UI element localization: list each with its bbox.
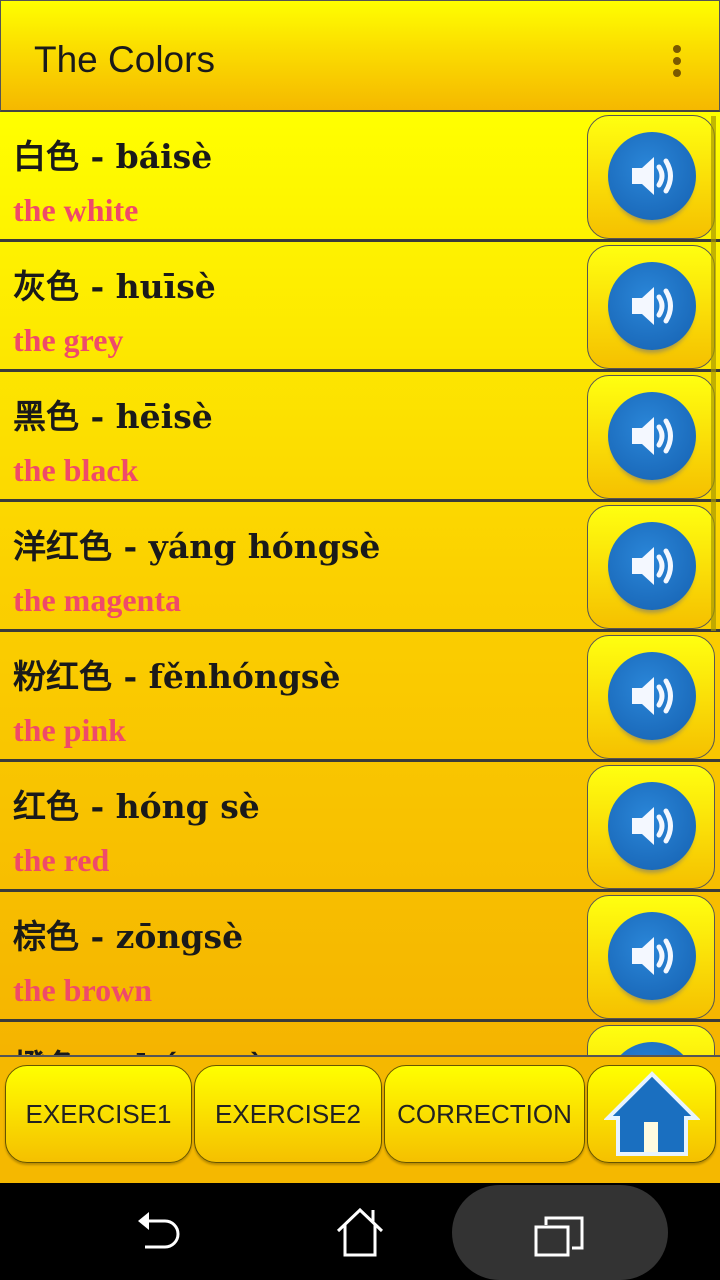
- chinese-term: 洋红色 - yáng hóngsè: [13, 527, 381, 566]
- speaker-icon: [632, 417, 673, 455]
- chinese-term: 红色 - hóng sè: [13, 787, 260, 826]
- chinese-term: 棕色 - zōngsè: [13, 917, 244, 956]
- exercise2-button[interactable]: EXERCISE2: [194, 1065, 382, 1163]
- speaker-icon: [632, 937, 673, 975]
- english-translation: the pink: [13, 712, 126, 748]
- play-sound-button[interactable]: [587, 895, 715, 1019]
- speaker-icon: [632, 547, 673, 585]
- english-translation: the brown: [13, 972, 152, 1008]
- overflow-menu-icon[interactable]: [669, 45, 685, 81]
- chinese-term: 橙色 - chéngsè: [13, 1040, 267, 1055]
- english-translation: the red: [13, 842, 110, 878]
- english-translation: the white: [13, 192, 139, 228]
- recents-button[interactable]: [452, 1185, 668, 1280]
- correction-button[interactable]: CORRECTION: [384, 1065, 585, 1163]
- chinese-term: 白色 - báisè: [13, 137, 213, 176]
- vocabulary-list[interactable]: 白色 - báisè the white 灰色 - huīsè the grey…: [0, 112, 720, 1055]
- play-sound-button[interactable]: [587, 245, 715, 369]
- list-item: 黑色 - hēisè the black: [0, 372, 720, 502]
- home-icon: [603, 1071, 700, 1156]
- english-translation: the grey: [13, 322, 124, 358]
- list-item: 洋红色 - yáng hóngsè the magenta: [0, 502, 720, 632]
- speaker-icon: [632, 157, 673, 195]
- back-icon[interactable]: [135, 1207, 185, 1257]
- list-item: 红色 - hóng sè the red: [0, 762, 720, 892]
- play-sound-button[interactable]: [587, 505, 715, 629]
- play-sound-button[interactable]: [587, 375, 715, 499]
- play-sound-button[interactable]: [587, 635, 715, 759]
- list-item: 橙色 - chéngsè: [0, 1022, 720, 1055]
- speaker-icon: [632, 807, 673, 845]
- list-item: 粉红色 - fěnhóngsè the pink: [0, 632, 720, 762]
- app-bar: The Colors: [0, 0, 720, 112]
- list-item: 灰色 - huīsè the grey: [0, 242, 720, 372]
- list-item: 白色 - báisè the white: [0, 112, 720, 242]
- scrollbar[interactable]: [711, 116, 716, 631]
- home-button[interactable]: [587, 1065, 716, 1163]
- chinese-term: 灰色 - huīsè: [13, 267, 216, 306]
- play-sound-button[interactable]: [587, 115, 715, 239]
- bottom-toolbar: EXERCISE1 EXERCISE2 CORRECTION: [0, 1055, 720, 1183]
- home-nav-icon[interactable]: [334, 1207, 386, 1259]
- play-sound-button[interactable]: [587, 1025, 715, 1055]
- page-title: The Colors: [34, 39, 215, 80]
- recents-icon: [534, 1216, 584, 1257]
- speaker-icon: [632, 287, 673, 325]
- exercise1-button[interactable]: EXERCISE1: [5, 1065, 192, 1163]
- english-translation: the black: [13, 452, 139, 488]
- chinese-term: 粉红色 - fěnhóngsè: [13, 657, 341, 696]
- play-sound-button[interactable]: [587, 765, 715, 889]
- speaker-icon: [632, 677, 673, 715]
- list-item: 棕色 - zōngsè the brown: [0, 892, 720, 1022]
- chinese-term: 黑色 - hēisè: [13, 397, 213, 436]
- english-translation: the magenta: [13, 582, 181, 618]
- system-nav-bar: [0, 1183, 720, 1280]
